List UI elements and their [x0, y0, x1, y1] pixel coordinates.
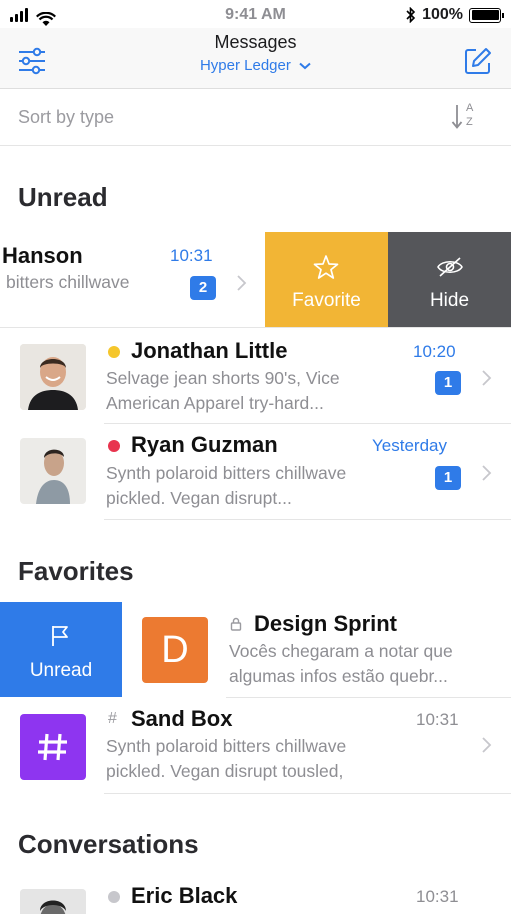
- hide-action[interactable]: Hide: [388, 232, 511, 327]
- group-avatar: D: [142, 617, 208, 683]
- hide-action-label: Hide: [429, 290, 470, 311]
- mark-unread-action[interactable]: Unread: [0, 602, 122, 697]
- channel-avatar: [20, 714, 86, 780]
- favorite-action-label: Favorite: [292, 290, 361, 311]
- contact-name: Jonathan Little: [131, 338, 288, 363]
- contact-name: Eric Black: [131, 883, 238, 908]
- lock-icon: [230, 617, 242, 631]
- section-unread-title: Unread: [18, 182, 108, 212]
- sort-placeholder: Sort by type: [18, 107, 115, 127]
- conversation-row-sand-box[interactable]: # Sand Box 10:31 Synth polaroid bitters …: [0, 698, 511, 793]
- message-time: 10:31: [416, 887, 459, 906]
- unread-badge: 2: [190, 276, 216, 300]
- section-favorites-title: Favorites: [18, 556, 134, 586]
- status-right: 100%: [406, 6, 504, 24]
- star-icon: [313, 255, 339, 279]
- bluetooth-icon: [406, 7, 416, 23]
- message-preview-line1: Vocês chegaram a notar que: [229, 641, 453, 661]
- sort-z-letter: Z: [466, 116, 473, 128]
- favorite-action[interactable]: Favorite: [265, 232, 388, 327]
- chevron-right-icon: [482, 737, 492, 753]
- divider: [104, 519, 511, 520]
- battery-icon: [469, 7, 504, 23]
- message-preview-line2: algumas infos estão quebr...: [229, 666, 448, 686]
- divider: [104, 793, 511, 794]
- hash-icon: #: [108, 710, 117, 727]
- message-time: Yesterday: [372, 436, 447, 455]
- hash-icon: [38, 733, 67, 761]
- message-preview: bitters chillwave: [6, 272, 130, 292]
- eye-slash-icon: [437, 257, 463, 277]
- compose-button[interactable]: [461, 44, 495, 78]
- sort-a-letter: A: [466, 102, 474, 114]
- chevron-down-icon: [299, 62, 311, 70]
- status-bar: 9:41 AM 100%: [0, 0, 511, 30]
- swiped-favorite-row[interactable]: Unread D Design Sprint Vocês chegaram a …: [0, 602, 511, 697]
- unread-badge: 1: [435, 371, 461, 395]
- avatar: [20, 889, 86, 914]
- message-time: 10:31: [416, 710, 459, 729]
- avatar: [20, 438, 86, 504]
- contact-name: Ryan Guzman: [131, 432, 278, 457]
- navigation-bar: Messages Hyper Ledger: [0, 28, 511, 89]
- flag-icon: [52, 626, 68, 646]
- status-dot: [108, 346, 120, 358]
- sort-bar[interactable]: Sort by type A Z: [0, 89, 511, 146]
- channel-name: Design Sprint: [254, 611, 398, 636]
- contact-name: Hanson: [2, 243, 83, 268]
- compose-icon: [465, 48, 491, 74]
- message-preview-line1: Selvage jean shorts 90's, Vice: [106, 368, 340, 388]
- conversation-row-ryan-guzman[interactable]: Ryan Guzman Yesterday Synth polaroid bit…: [0, 424, 511, 519]
- workspace-name: Hyper Ledger: [199, 57, 291, 74]
- conversation-row-eric-black[interactable]: Eric Black 10:31: [0, 875, 511, 914]
- chevron-right-icon: [237, 275, 247, 291]
- battery-percent: 100%: [422, 6, 463, 23]
- avatar: [20, 344, 86, 410]
- sort-az-icon[interactable]: A Z: [451, 102, 481, 133]
- message-preview-line1: Synth polaroid bitters chillwave: [106, 463, 347, 483]
- message-time: 10:20: [413, 342, 456, 361]
- chevron-right-icon: [482, 370, 492, 386]
- mark-unread-label: Unread: [29, 660, 93, 681]
- status-dot: [108, 891, 120, 903]
- conversation-row-jonathan-little[interactable]: Jonathan Little 10:20 Selvage jean short…: [0, 328, 511, 423]
- message-preview-line2: pickled. Vegan disrupt tousled,: [106, 761, 344, 781]
- swiped-unread-row[interactable]: Hanson 10:31 bitters chillwave 2 Favorit…: [0, 232, 511, 327]
- message-time: 10:31: [170, 246, 213, 265]
- status-dot: [108, 440, 120, 452]
- chevron-right-icon: [482, 465, 492, 481]
- unread-badge: 1: [435, 466, 461, 490]
- nav-title: Messages: [214, 32, 297, 52]
- channel-name: Sand Box: [131, 706, 233, 731]
- message-preview-line1: Synth polaroid bitters chillwave: [106, 736, 347, 756]
- message-preview-line2: American Apparel try-hard...: [106, 393, 324, 413]
- workspace-selector[interactable]: Hyper Ledger: [0, 57, 511, 74]
- message-preview-line2: pickled. Vegan disrupt...: [106, 488, 292, 508]
- section-conversations-title: Conversations: [18, 829, 199, 859]
